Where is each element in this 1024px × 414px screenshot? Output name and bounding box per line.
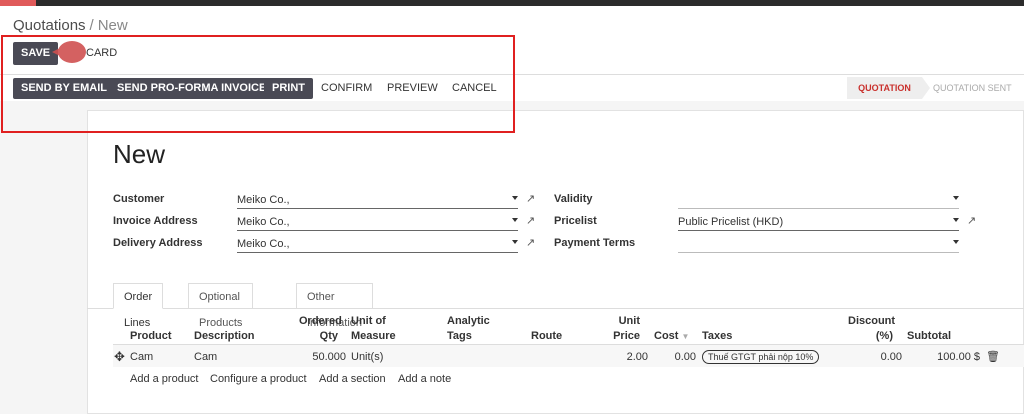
col-ordered-qty[interactable]: Ordered Qty [299,314,342,344]
delivery-address-value: Meiko Co., [237,238,290,250]
line-uom[interactable]: Unit(s) [351,351,383,363]
col-discount-line2: (%) [875,330,893,342]
customer-value: Meiko Co., [237,194,290,206]
external-link-icon[interactable]: ↗ [526,236,535,249]
col-unit-price-line1: Unit [618,315,640,327]
col-uom[interactable]: Unit of Measure [351,314,396,344]
col-uom-line2: Measure [351,330,396,342]
form-sheet [87,110,1024,414]
breadcrumb: Quotations / New [13,17,128,34]
navbar-accent [0,0,36,6]
pricelist-field[interactable]: Public Pricelist (HKD) [678,215,959,231]
tax-badge[interactable]: Thuế GTGT phải nộp 10% [702,350,820,364]
col-cost-label: Cost [654,330,679,342]
trash-icon[interactable]: 🗑 [986,350,1000,363]
line-product[interactable]: Cam [130,351,153,363]
tab-other-information[interactable]: Other Information [296,283,374,329]
configure-product-link[interactable]: Configure a product [210,373,307,385]
tab-optional-products[interactable]: Optional Products [188,283,254,329]
breadcrumb-separator: / [89,17,94,34]
col-uom-line1: Unit of [351,315,386,327]
top-navbar [0,0,1024,6]
delivery-address-field[interactable]: Meiko Co., [237,237,518,253]
status-quotation[interactable]: QUOTATION [847,77,930,99]
caret-down-icon[interactable] [512,240,518,244]
external-link-icon[interactable]: ↗ [967,214,976,227]
col-ordered-qty-line1: Ordered [299,315,342,327]
pricelist-label: Pricelist [554,215,597,227]
col-cost[interactable]: Cost ▼ [654,329,689,344]
invoice-address-value: Meiko Co., [237,216,290,228]
col-taxes[interactable]: Taxes [702,329,732,344]
col-subtotal[interactable]: Subtotal [907,329,951,344]
line-unit-price[interactable]: 2.00 [610,351,648,363]
add-section-link[interactable]: Add a section [319,373,386,385]
line-subtotal: 100.00 $ [937,351,980,363]
caret-down-icon[interactable] [512,218,518,222]
caret-down-icon[interactable] [953,218,959,222]
pricelist-value: Public Pricelist (HKD) [678,216,784,228]
status-bar: QUOTATION QUOTATION SENT [847,77,1024,99]
status-quotation-sent[interactable]: QUOTATION SENT [933,77,1012,99]
customer-label: Customer [113,193,165,205]
col-discount[interactable]: Discount (%) [848,314,896,344]
col-analytic-tags[interactable]: Analytic Tags [447,314,490,344]
add-product-link[interactable]: Add a product [130,373,199,385]
move-handle-icon[interactable]: ✥ [114,349,125,365]
col-ordered-qty-line2: Qty [319,330,338,342]
external-link-icon[interactable]: ↗ [526,214,535,227]
page-title: New [113,139,166,169]
line-discount[interactable]: 0.00 [860,351,902,363]
col-discount-line1: Discount [848,315,896,327]
delivery-address-label: Delivery Address [113,237,203,249]
caret-down-icon[interactable] [953,240,959,244]
tab-order-lines[interactable]: Order Lines [113,283,164,329]
col-unit-price[interactable]: Unit Price [600,314,640,344]
col-analytic-tags-line1: Analytic [447,315,490,327]
caret-down-icon[interactable] [512,196,518,200]
caret-down-icon[interactable] [953,196,959,200]
customer-field[interactable]: Meiko Co., [237,193,518,209]
sort-caret-icon[interactable]: ▼ [682,332,690,341]
add-note-link[interactable]: Add a note [398,373,451,385]
col-unit-price-line2: Price [613,330,640,342]
payment-terms-label: Payment Terms [554,237,636,249]
breadcrumb-current: New [97,17,128,34]
line-description[interactable]: Cam [194,351,217,363]
external-link-icon[interactable]: ↗ [526,192,535,205]
validity-field[interactable] [678,193,959,209]
col-product[interactable]: Product [130,329,172,344]
line-cost[interactable]: 0.00 [660,351,696,363]
invoice-address-field[interactable]: Meiko Co., [237,215,518,231]
col-analytic-tags-line2: Tags [447,330,472,342]
line-qty[interactable]: 50.000 [300,351,346,363]
invoice-address-label: Invoice Address [113,215,198,227]
validity-label: Validity [554,193,593,205]
payment-terms-field[interactable] [678,237,959,253]
col-description[interactable]: Description [194,329,255,344]
col-route[interactable]: Route [531,329,562,344]
breadcrumb-parent[interactable]: Quotations [13,17,86,34]
highlight-box [1,35,515,133]
